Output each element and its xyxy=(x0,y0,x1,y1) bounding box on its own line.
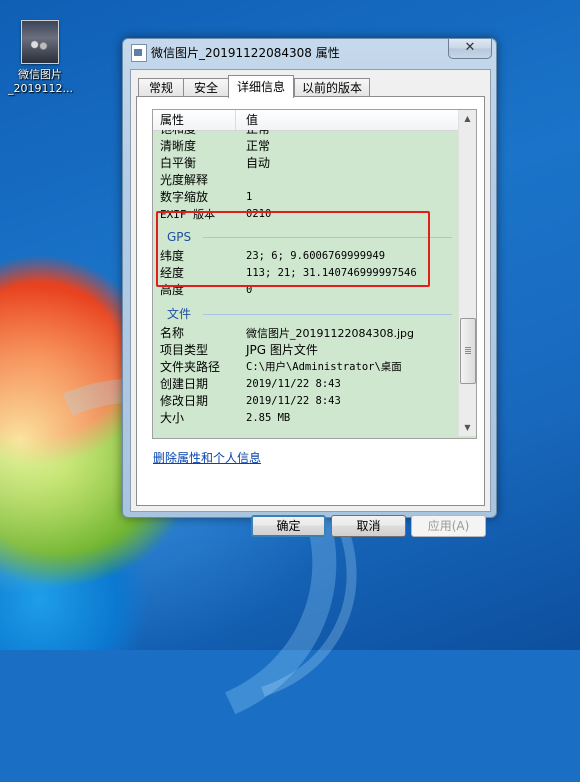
list-item[interactable]: 项目类型 JPG 图片文件 xyxy=(153,342,458,359)
group-heading-file: 文件 xyxy=(153,306,458,323)
property-value: 正常 xyxy=(246,139,271,153)
remove-properties-link[interactable]: 删除属性和个人信息 xyxy=(153,449,261,466)
property-name: 大小 xyxy=(160,411,185,425)
property-name: 纬度 xyxy=(160,249,185,263)
properties-list[interactable]: 属性 值 饱和度 正常 清晰度 正常 白平衡 自动 xyxy=(152,109,477,439)
property-value: JPG 图片文件 xyxy=(246,343,318,357)
property-value: 自动 xyxy=(246,156,271,170)
property-name: 光度解释 xyxy=(160,173,209,187)
property-value: 正常 xyxy=(246,130,270,138)
apply-button[interactable]: 应用(A) xyxy=(411,515,486,537)
group-label: GPS xyxy=(167,230,192,244)
list-item[interactable]: 文件夹路径 C:\用户\Administrator\桌面 xyxy=(153,359,458,376)
group-heading-gps: GPS xyxy=(153,229,458,246)
desktop-file-label-line2: _2019112... xyxy=(8,82,73,95)
dialog-client-area: 常规 安全 详细信息 以前的版本 属性 值 饱和度 正常 清晰度 xyxy=(130,69,491,537)
property-value: 23; 6; 9.6006769999949 xyxy=(246,250,386,262)
list-item[interactable]: 光度解释 xyxy=(153,172,458,189)
column-divider[interactable] xyxy=(235,110,236,130)
property-name: 修改日期 xyxy=(160,394,209,408)
scroll-thumb[interactable] xyxy=(460,318,476,384)
property-value: 113; 21; 31.140746999997546 xyxy=(246,267,417,279)
property-name: 项目类型 xyxy=(160,343,209,357)
ok-button[interactable]: 确定 xyxy=(251,515,326,537)
property-name: 数字缩放 xyxy=(160,190,209,204)
group-divider xyxy=(203,314,452,315)
property-name: EXIF 版本 xyxy=(160,208,216,221)
property-value: 0 xyxy=(246,284,253,296)
list-item[interactable]: 饱和度 正常 xyxy=(153,130,458,138)
properties-window: 微信图片_20191122084308 属性 ✕ 常规 安全 详细信息 以前的版… xyxy=(122,38,497,537)
property-value: 2019/11/22 8:43 xyxy=(246,395,341,407)
desktop-file-label-line1: 微信图片 xyxy=(18,68,62,81)
list-item[interactable]: 创建日期 2019/11/22 8:43 xyxy=(153,376,458,393)
desktop-file-label: 微信图片 _2019112... xyxy=(8,68,73,96)
list-item[interactable]: EXIF 版本 0210 xyxy=(153,206,458,223)
property-name: 白平衡 xyxy=(160,156,197,170)
close-button[interactable]: ✕ xyxy=(448,39,492,59)
window-title: 微信图片_20191122084308 属性 xyxy=(151,46,340,60)
cancel-button[interactable]: 取消 xyxy=(331,515,406,537)
group-label: 文件 xyxy=(167,307,192,321)
list-item[interactable]: 高度 0 xyxy=(153,282,458,299)
file-icon xyxy=(131,44,147,62)
vertical-scrollbar[interactable]: ▲ ▼ xyxy=(458,110,476,436)
property-value: 1 xyxy=(246,191,253,203)
property-name: 经度 xyxy=(160,266,185,280)
title-bar[interactable]: 微信图片_20191122084308 属性 ✕ xyxy=(123,39,496,65)
property-name: 清晰度 xyxy=(160,139,197,153)
list-item[interactable]: 白平衡 自动 xyxy=(153,155,458,172)
group-divider xyxy=(203,237,452,238)
property-value: 0210 xyxy=(246,208,272,220)
property-name: 创建日期 xyxy=(160,377,209,391)
property-value: C:\用户\Administrator\桌面 xyxy=(246,361,402,373)
tab-details[interactable]: 详细信息 xyxy=(228,75,294,98)
tab-strip: 常规 安全 详细信息 以前的版本 xyxy=(136,75,486,98)
list-item[interactable]: 清晰度 正常 xyxy=(153,138,458,155)
property-value: 2019/11/22 8:43 xyxy=(246,378,341,390)
property-name: 文件夹路径 xyxy=(160,360,221,374)
column-header-value[interactable]: 值 xyxy=(246,110,258,130)
scroll-down-arrow-icon[interactable]: ▼ xyxy=(459,419,476,436)
list-rows: 饱和度 正常 清晰度 正常 白平衡 自动 光度解释 xyxy=(153,130,458,436)
property-name: 高度 xyxy=(160,283,185,297)
scroll-up-arrow-icon[interactable]: ▲ xyxy=(459,110,476,127)
image-thumbnail-icon xyxy=(21,20,59,64)
list-header: 属性 值 xyxy=(153,110,458,131)
list-item[interactable]: 纬度 23; 6; 9.6006769999949 xyxy=(153,248,458,265)
list-item[interactable]: 大小 2.85 MB xyxy=(153,410,458,427)
list-item[interactable]: 修改日期 2019/11/22 8:43 xyxy=(153,393,458,410)
close-icon: ✕ xyxy=(464,40,476,55)
list-item[interactable]: 经度 113; 21; 31.140746999997546 xyxy=(153,265,458,282)
details-panel: 属性 值 饱和度 正常 清晰度 正常 白平衡 自动 xyxy=(136,96,485,506)
tab-general[interactable]: 常规 xyxy=(138,78,184,97)
tab-security[interactable]: 安全 xyxy=(183,78,229,97)
grip-icon xyxy=(465,347,471,354)
property-value: 微信图片_20191122084308.jpg xyxy=(246,327,414,340)
property-name: 名称 xyxy=(160,326,185,340)
desktop-file-icon[interactable]: 微信图片 _2019112... xyxy=(8,20,73,96)
list-item[interactable]: 数字缩放 1 xyxy=(153,189,458,206)
property-name: 饱和度 xyxy=(160,130,196,138)
list-item[interactable]: 名称 微信图片_20191122084308.jpg xyxy=(153,325,458,342)
tab-previous-versions[interactable]: 以前的版本 xyxy=(294,78,370,97)
column-header-property[interactable]: 属性 xyxy=(160,110,184,130)
property-value: 2.85 MB xyxy=(246,412,291,424)
